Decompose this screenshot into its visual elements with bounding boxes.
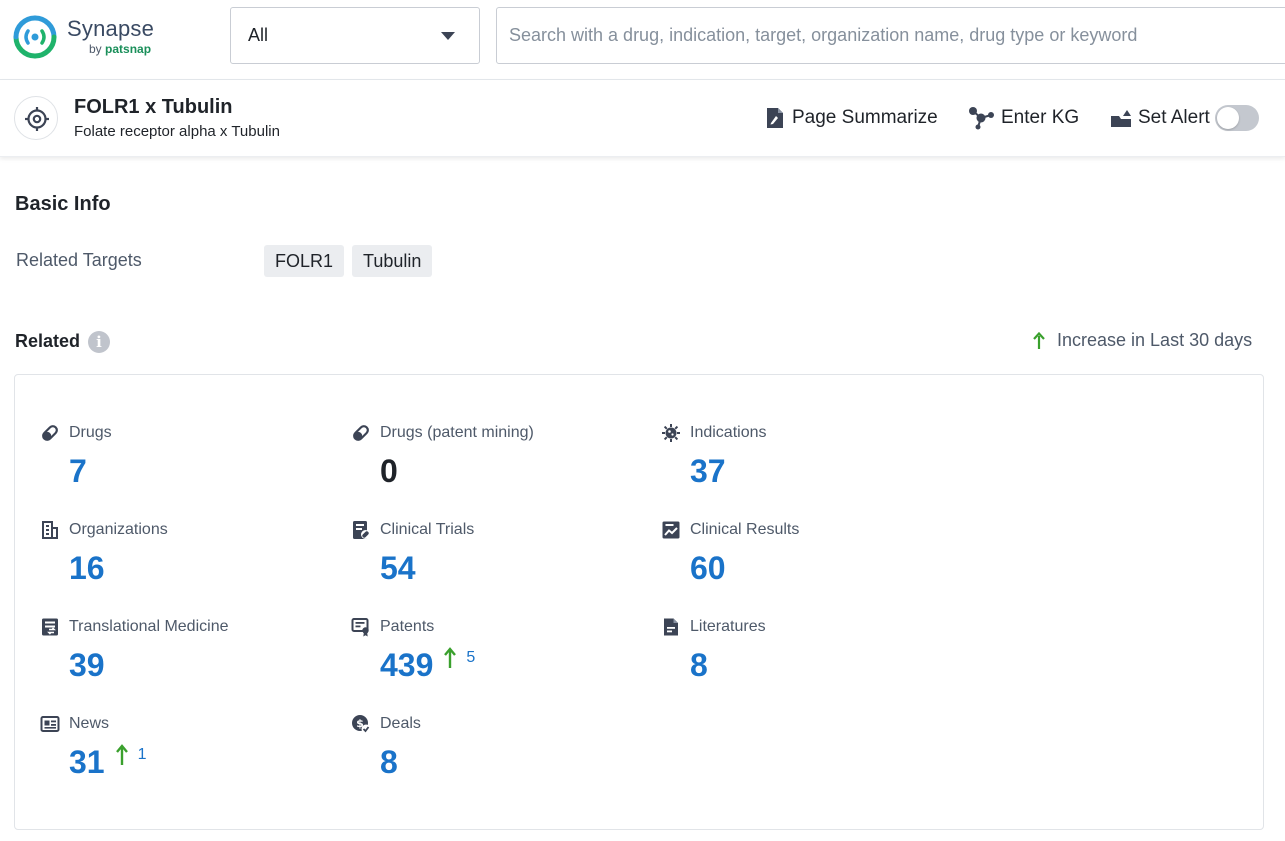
page-title: FOLR1 x Tubulin xyxy=(74,96,233,119)
stat-literatures-link[interactable]: Literatures xyxy=(661,617,766,637)
increase-legend-label: Increase in Last 30 days xyxy=(1057,330,1252,351)
related-targets-label: Related Targets xyxy=(16,250,142,271)
stat-indications-link[interactable]: Indications xyxy=(661,423,767,443)
stat-clinical-results: Clinical Results 60 xyxy=(661,520,961,600)
alert-icon xyxy=(1110,107,1132,129)
stat-clinical-results-link[interactable]: Clinical Results xyxy=(661,520,799,540)
newspaper-icon xyxy=(40,714,60,734)
related-stats-panel: Drugs 7 Drugs (patent mining) 0 Indicati… xyxy=(14,374,1264,830)
summarize-doc-icon xyxy=(764,107,786,129)
stat-drugs: Drugs 7 xyxy=(40,423,340,503)
stat-label: News xyxy=(69,715,109,733)
set-alert-toggle[interactable] xyxy=(1215,105,1259,131)
stat-clinical-trials-link[interactable]: Clinical Trials xyxy=(351,520,474,540)
stat-translational-medicine-link[interactable]: Translational Medicine xyxy=(40,617,228,637)
chart-report-icon xyxy=(661,520,681,540)
stat-value[interactable]: 60 xyxy=(690,550,726,586)
basic-info-title: Basic Info xyxy=(15,193,111,216)
virus-icon xyxy=(661,423,681,443)
stat-value[interactable]: 54 xyxy=(380,550,416,586)
set-alert-button[interactable]: Set Alert xyxy=(1110,106,1210,130)
stat-increase-value[interactable]: 1 xyxy=(138,746,147,764)
arrow-up-icon xyxy=(443,647,457,669)
stat-label: Clinical Results xyxy=(690,521,799,539)
stat-organizations: Organizations 16 xyxy=(40,520,340,600)
page-subtitle: Folate receptor alpha x Tubulin xyxy=(74,123,280,140)
caret-down-icon xyxy=(441,32,455,40)
stat-increase: 5 xyxy=(443,647,475,669)
stat-value[interactable]: 7 xyxy=(69,453,87,489)
related-title: Related xyxy=(15,331,80,352)
info-icon[interactable]: i xyxy=(88,331,110,353)
knowledge-graph-icon xyxy=(967,106,995,130)
stat-drugs-patent-mining: Drugs (patent mining) 0 xyxy=(351,423,651,503)
stat-organizations-link[interactable]: Organizations xyxy=(40,520,168,540)
stat-label: Drugs xyxy=(69,424,112,442)
stat-deals: $ Deals 8 xyxy=(351,714,651,794)
stat-value[interactable]: 8 xyxy=(690,647,708,683)
arrow-up-icon xyxy=(115,744,129,766)
stat-value[interactable]: 39 xyxy=(69,647,105,683)
synapse-logo[interactable]: Synapse by patsnap xyxy=(13,13,163,61)
search-scope-select[interactable]: All xyxy=(230,7,480,64)
target-tag-folr1[interactable]: FOLR1 xyxy=(264,245,344,277)
document-icon xyxy=(661,617,681,637)
stat-value[interactable]: 439 xyxy=(380,647,433,683)
stat-label: Patents xyxy=(380,618,434,636)
stat-drugs-link[interactable]: Drugs xyxy=(40,423,112,443)
stat-increase-value[interactable]: 5 xyxy=(466,649,475,667)
app-by-line: by patsnap xyxy=(89,42,151,56)
stat-clinical-trials: Clinical Trials 54 xyxy=(351,520,651,600)
enter-kg-button[interactable]: Enter KG xyxy=(967,106,1079,130)
search-input[interactable] xyxy=(497,8,1285,63)
by-prefix: by xyxy=(89,42,102,56)
arrow-up-icon xyxy=(1032,332,1046,350)
building-icon xyxy=(40,520,60,540)
stat-value: 0 xyxy=(380,453,398,489)
target-icon xyxy=(14,96,58,140)
stat-label: Deals xyxy=(380,715,421,733)
stat-indications: Indications 37 xyxy=(661,423,961,503)
app-name: Synapse xyxy=(67,16,154,42)
stat-drugs-patent-mining-link[interactable]: Drugs (patent mining) xyxy=(351,423,534,443)
stat-label: Translational Medicine xyxy=(69,618,228,636)
stat-news-link[interactable]: News xyxy=(40,714,109,734)
stat-patents-link[interactable]: Patents xyxy=(351,617,434,637)
translational-doc-icon xyxy=(40,617,60,637)
set-alert-label: Set Alert xyxy=(1138,107,1210,129)
page-summarize-label: Page Summarize xyxy=(792,107,938,129)
stat-label: Organizations xyxy=(69,521,168,539)
stat-translational-medicine: Translational Medicine 39 xyxy=(40,617,340,697)
pill-icon xyxy=(351,423,371,443)
stat-label: Literatures xyxy=(690,618,766,636)
stat-value[interactable]: 8 xyxy=(380,744,398,780)
toggle-knob xyxy=(1217,107,1239,129)
pill-icon xyxy=(40,423,60,443)
stat-value[interactable]: 31 xyxy=(69,744,105,780)
top-bar: Synapse by patsnap All xyxy=(0,0,1285,80)
search-scope-value: All xyxy=(248,25,268,46)
stat-value[interactable]: 16 xyxy=(69,550,105,586)
entity-header: FOLR1 x Tubulin Folate receptor alpha x … xyxy=(0,80,1285,157)
stat-label: Clinical Trials xyxy=(380,521,474,539)
stat-value[interactable]: 37 xyxy=(690,453,726,489)
search-box[interactable] xyxy=(496,7,1285,64)
by-brand: patsnap xyxy=(105,42,151,56)
clinical-trial-icon xyxy=(351,520,371,540)
target-tag-tubulin[interactable]: Tubulin xyxy=(352,245,432,277)
page-summarize-button[interactable]: Page Summarize xyxy=(764,106,938,130)
patent-certificate-icon xyxy=(351,617,371,637)
stat-patents: Patents 439 5 xyxy=(351,617,651,697)
stat-increase: 1 xyxy=(115,744,147,766)
deal-coin-icon: $ xyxy=(351,714,371,734)
increase-legend: Increase in Last 30 days xyxy=(1032,330,1252,351)
enter-kg-label: Enter KG xyxy=(1001,107,1079,129)
synapse-logo-icon xyxy=(13,15,57,59)
stat-literatures: Literatures 8 xyxy=(661,617,961,697)
stat-label: Drugs (patent mining) xyxy=(380,424,534,442)
stat-news: News 31 1 xyxy=(40,714,340,794)
stat-deals-link[interactable]: $ Deals xyxy=(351,714,421,734)
stat-label: Indications xyxy=(690,424,767,442)
